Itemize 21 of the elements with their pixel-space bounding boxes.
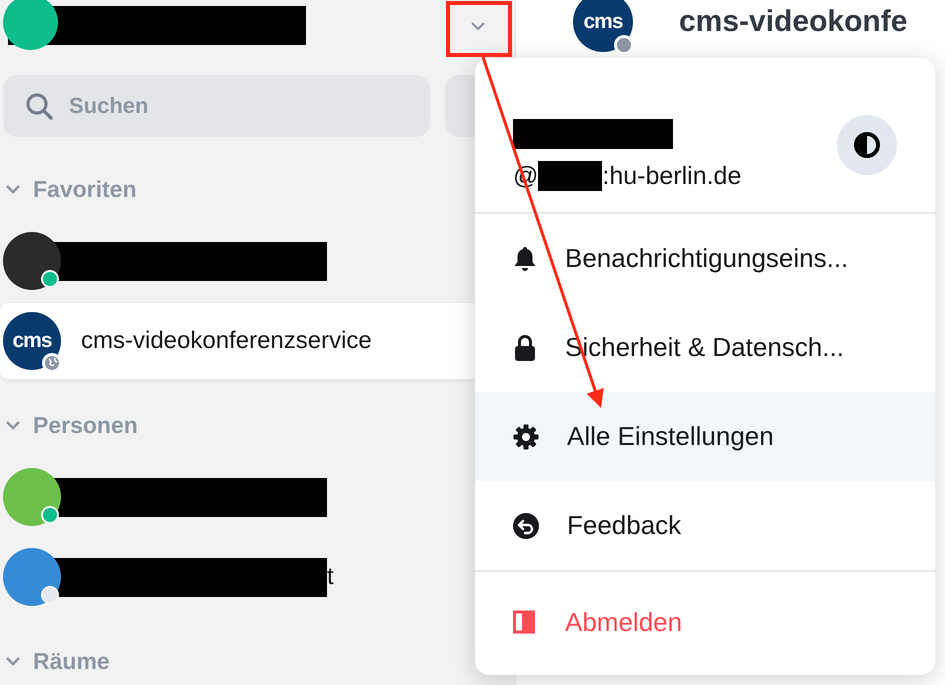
contrast-icon	[853, 131, 881, 159]
menu-item[interactable]: Alle Einstellungen	[475, 392, 935, 481]
room-avatar: cms	[573, 0, 633, 52]
room-name: cms-videokonferenzservice	[81, 327, 372, 355]
chevron-icon	[5, 420, 21, 430]
search-icon	[25, 92, 53, 120]
settings-icon	[513, 424, 539, 450]
bell-icon	[513, 246, 537, 272]
user-avatar[interactable]	[3, 0, 58, 50]
room-name: t	[327, 563, 334, 591]
room-avatar: cms	[3, 312, 61, 370]
menu-item[interactable]: Feedback	[475, 481, 935, 570]
menu-item[interactable]: Benachrichtigungseins...	[475, 214, 935, 303]
annotation-box	[446, 1, 512, 57]
user-id-domain: :hu-berlin.de	[602, 162, 742, 190]
chevron-icon	[5, 656, 21, 666]
room-title: cms-videokonfe	[679, 5, 908, 39]
chevron-icon	[5, 184, 21, 194]
redaction-bar	[538, 161, 602, 191]
lock-icon	[513, 334, 537, 362]
door-icon	[513, 609, 537, 635]
